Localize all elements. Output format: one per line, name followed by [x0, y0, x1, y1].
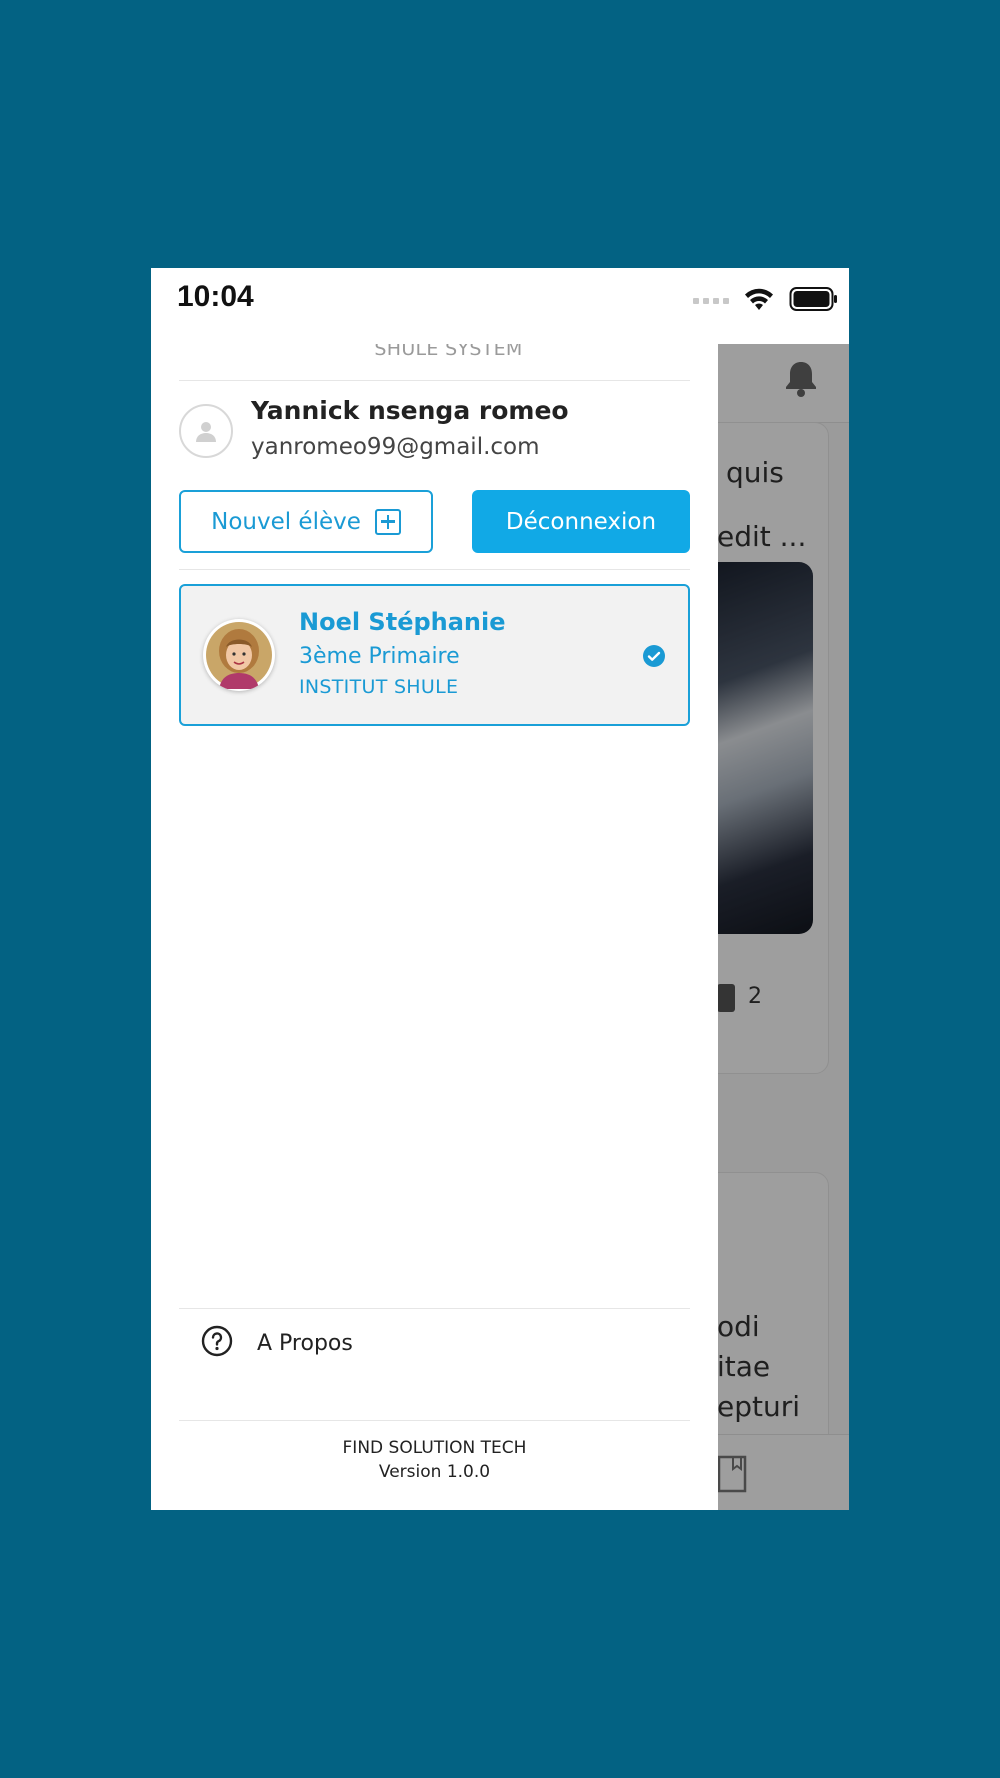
new-student-button[interactable]: Nouvel élève	[179, 490, 433, 553]
navigation-drawer: SHULE SYSTEM Yannick nsenga romeo yanrom…	[151, 268, 718, 1510]
logout-button[interactable]: Déconnexion	[472, 490, 690, 553]
student-card[interactable]: Noel Stéphanie 3ème Primaire INSTITUT SH…	[179, 584, 690, 726]
new-student-label: Nouvel élève	[211, 508, 361, 535]
wifi-icon	[743, 286, 775, 316]
divider	[179, 1420, 690, 1421]
question-circle-icon	[201, 1325, 233, 1361]
student-photo	[203, 619, 275, 691]
check-circle-icon	[642, 644, 666, 672]
footer-version: Version 1.0.0	[378, 1462, 491, 1482]
divider	[179, 380, 690, 381]
cellular-signal-icon	[693, 298, 729, 304]
person-icon	[196, 422, 216, 442]
status-bar: 10:04	[151, 268, 849, 344]
battery-icon	[789, 286, 839, 316]
logout-label: Déconnexion	[505, 508, 657, 535]
phone-screen: quis edit ... 2 odi itae epturi 10:04 SH…	[151, 268, 849, 1510]
divider	[179, 569, 690, 570]
user-avatar	[179, 404, 233, 458]
student-class: 3ème Primaire	[299, 644, 460, 669]
menu-item-label: A Propos	[257, 1330, 353, 1356]
student-school: INSTITUT SHULE	[299, 676, 459, 698]
footer-company: FIND SOLUTION TECH	[342, 1438, 527, 1458]
status-icons	[693, 286, 839, 316]
user-name: Yannick nsenga romeo	[251, 396, 569, 425]
user-email: yanromeo99@gmail.com	[251, 434, 540, 460]
student-name: Noel Stéphanie	[299, 608, 506, 636]
plus-box-icon	[374, 508, 401, 535]
status-time: 10:04	[177, 280, 254, 313]
menu-item-about[interactable]: A Propos	[179, 1308, 690, 1378]
